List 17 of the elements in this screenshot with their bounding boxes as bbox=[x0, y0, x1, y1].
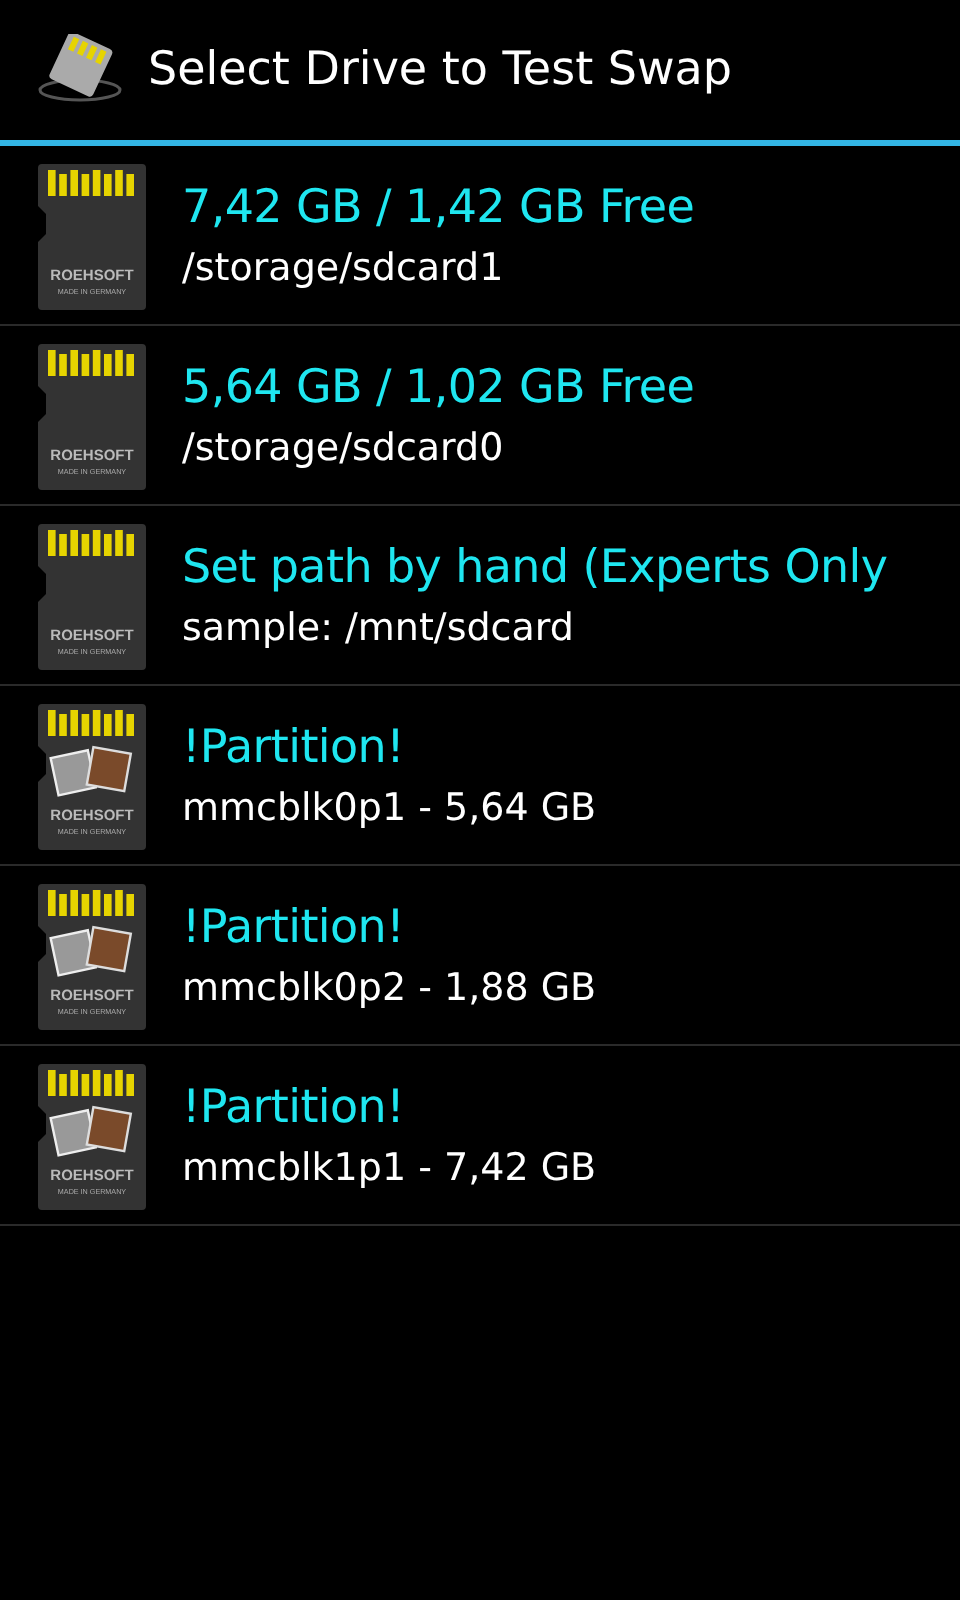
drive-title: !Partition! bbox=[182, 901, 406, 953]
partition-squares-icon bbox=[49, 744, 133, 796]
drive-title: !Partition! bbox=[182, 1081, 406, 1133]
drive-path: mmcblk0p2 - 1,88 GB bbox=[182, 965, 597, 1009]
drive-path: mmcblk0p1 - 5,64 GB bbox=[182, 785, 597, 829]
drive-path: mmcblk1p1 - 7,42 GB bbox=[182, 1145, 597, 1189]
drive-title: Set path by hand (Experts Only bbox=[182, 541, 888, 593]
drive-path: /storage/sdcard0 bbox=[182, 425, 506, 469]
partition-squares-icon bbox=[49, 924, 133, 976]
drive-title: 7,42 GB / 1,42 GB Free bbox=[182, 181, 695, 233]
screen-title: Select Drive to Test Swap bbox=[148, 44, 733, 96]
drive-title: !Partition! bbox=[182, 721, 406, 773]
drive-path: sample: /mnt/sdcard bbox=[182, 605, 576, 649]
drive-title: 5,64 GB / 1,02 GB Free bbox=[182, 361, 695, 413]
sd-card-icon bbox=[36, 34, 124, 106]
drive-path: /storage/sdcard1 bbox=[182, 245, 506, 289]
partition-squares-icon bbox=[49, 1104, 133, 1156]
